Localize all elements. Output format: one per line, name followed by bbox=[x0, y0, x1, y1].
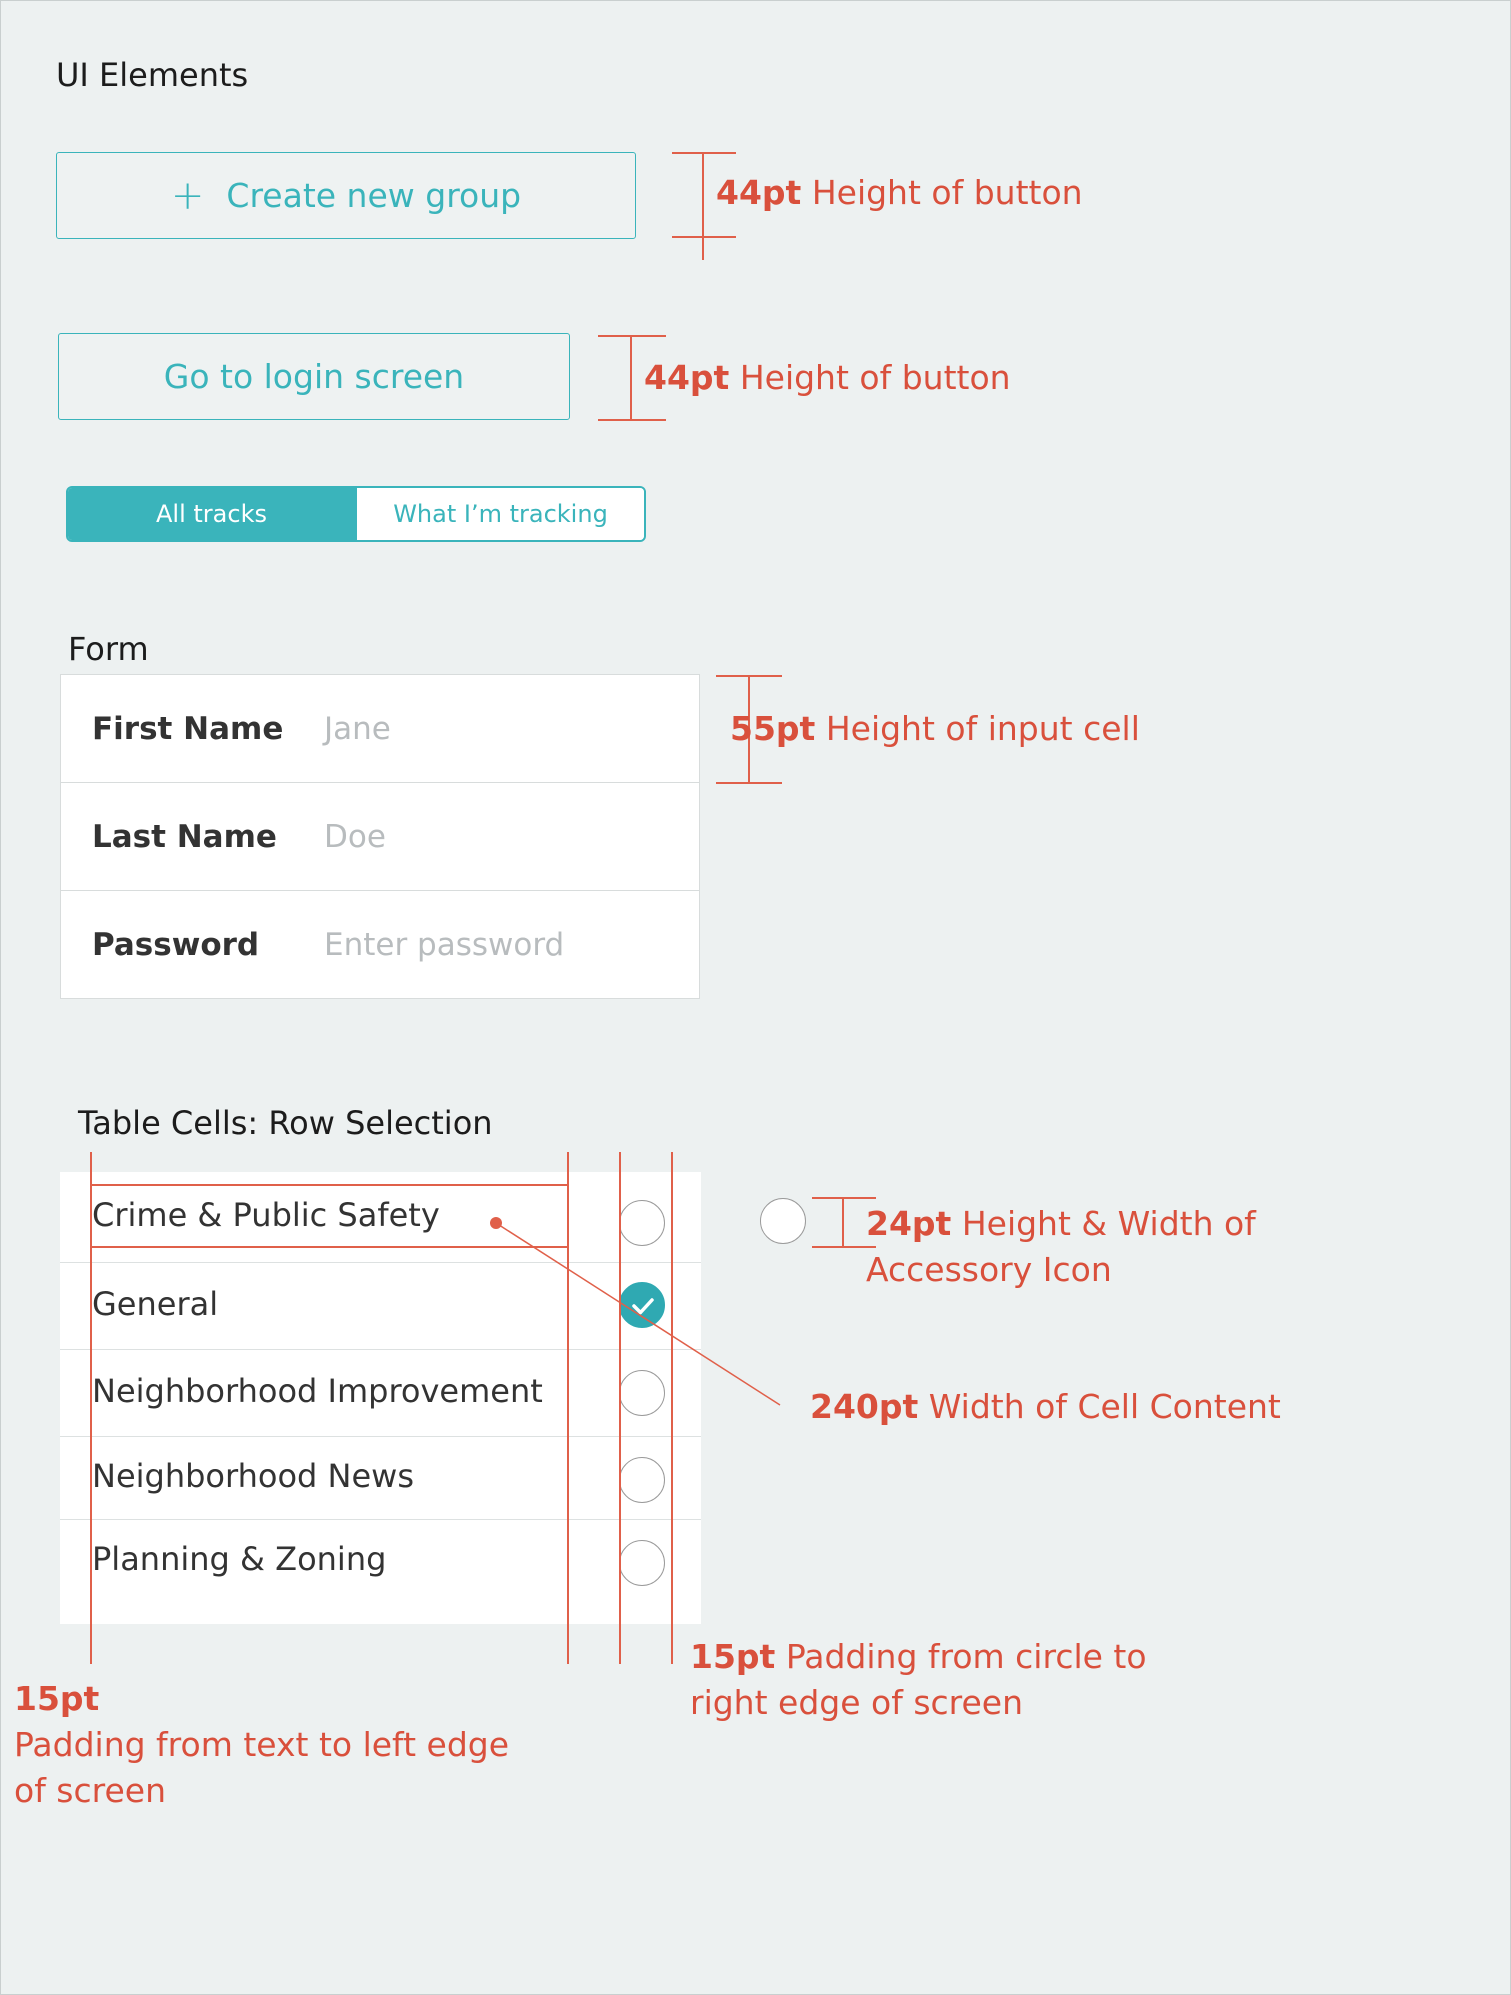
annotation-icon-size: 24pt Height & Width of Accessory Icon bbox=[866, 1204, 1256, 1289]
dimension-line bbox=[842, 1197, 844, 1247]
dimension-tick-top bbox=[812, 1197, 876, 1199]
sample-circle-icon bbox=[760, 1198, 806, 1244]
annotation-right-padding: 15pt Padding from circle to right edge o… bbox=[690, 1637, 1147, 1722]
annotation-cell-width: 240pt Width of Cell Content bbox=[810, 1387, 1281, 1426]
annotation-left-padding: 15pt Padding from text to left edge of s… bbox=[14, 1679, 510, 1810]
